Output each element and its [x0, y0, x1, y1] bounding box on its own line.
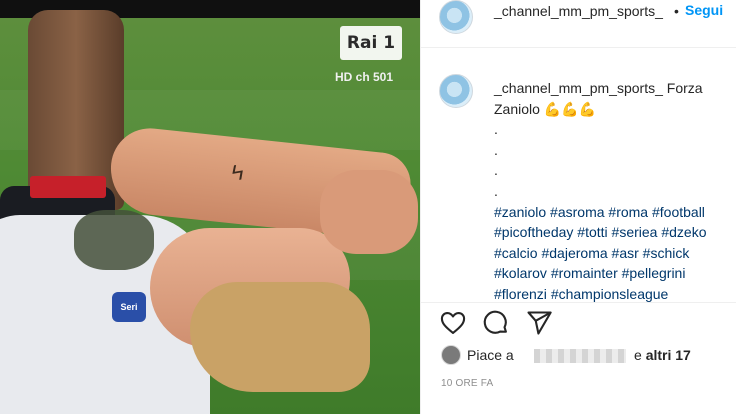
likes-count: altri 17 [645, 347, 691, 363]
avatar[interactable] [439, 0, 473, 34]
caption-dot: . [494, 162, 498, 179]
header-username[interactable]: _channel_mm_pm_sports_ [494, 3, 663, 19]
post-timestamp: 10 ORE FA [441, 378, 494, 389]
likes-and: e [634, 347, 642, 363]
caption-emojis: 💪💪💪 [543, 100, 597, 117]
caption-dot: . [494, 141, 498, 158]
blurred-username [534, 349, 626, 363]
paper-plane-icon [527, 311, 552, 335]
hashtag-link[interactable]: #schick [643, 245, 690, 261]
likes-prefix: Piace a [467, 347, 514, 363]
follow-button[interactable]: Segui [685, 2, 723, 18]
hashtag-link[interactable]: #football [652, 204, 705, 220]
hashtag-link[interactable]: #roma [608, 204, 648, 220]
caption-dot: . [494, 121, 498, 138]
hashtag-link[interactable]: #asr [612, 245, 639, 261]
post-side-panel: _channel_mm_pm_sports_ • Segui _channel_… [420, 0, 736, 414]
action-bar [421, 302, 736, 342]
player-sock [30, 176, 106, 198]
hashtag-link[interactable]: #zaniolo [494, 204, 546, 220]
channel-logo: Rai 1 [340, 26, 402, 60]
like-button[interactable] [439, 309, 467, 337]
share-button[interactable] [525, 309, 553, 337]
hashtag-link[interactable]: #championsleague [551, 286, 669, 302]
caption-username[interactable]: _channel_mm_pm_sports_ [494, 80, 663, 96]
comment-bubble-icon [483, 310, 507, 334]
likes-others[interactable]: e altri 17 [634, 347, 691, 363]
hashtag-link[interactable]: #pellegrini [622, 265, 686, 281]
likes-summary[interactable]: Piace a e altri 17 [441, 345, 731, 367]
hashtag-link[interactable]: #dajeroma [541, 245, 607, 261]
post-header: _channel_mm_pm_sports_ • Segui [421, 0, 736, 48]
player-hair [190, 282, 370, 392]
hashtag-link[interactable]: #seriea [612, 224, 658, 240]
hashtag-link[interactable]: #calcio [494, 245, 538, 261]
caption-dot: . [494, 182, 498, 199]
heart-icon [440, 312, 466, 334]
comment-button[interactable] [482, 309, 510, 337]
hashtag-link[interactable]: #totti [577, 224, 607, 240]
caption-avatar[interactable] [439, 74, 473, 108]
hashtag-link[interactable]: #asroma [550, 204, 604, 220]
player-tattoo [74, 210, 154, 270]
player-hand [320, 170, 418, 254]
hashtag-link[interactable]: #picoftheday [494, 224, 573, 240]
hashtag-link[interactable]: #romainter [551, 265, 618, 281]
hashtag-link[interactable]: #dzeko [661, 224, 706, 240]
header-separator: • [674, 3, 679, 19]
caption-dots: . . . . [494, 119, 729, 201]
channel-text: HD ch 501 [335, 70, 394, 84]
liker-avatar [441, 345, 461, 365]
caption-text-block: _channel_mm_pm_sports_ Forza Zaniolo 💪💪💪… [494, 78, 729, 305]
hashtag-link[interactable]: #florenzi [494, 286, 547, 302]
shirt-badge: Seri [112, 292, 146, 322]
post-photo[interactable]: ϟ Seri Rai 1 HD ch 501 [0, 0, 420, 414]
hashtag-list: #zaniolo #asroma #roma #football #picoft… [494, 202, 729, 305]
hashtag-link[interactable]: #kolarov [494, 265, 547, 281]
